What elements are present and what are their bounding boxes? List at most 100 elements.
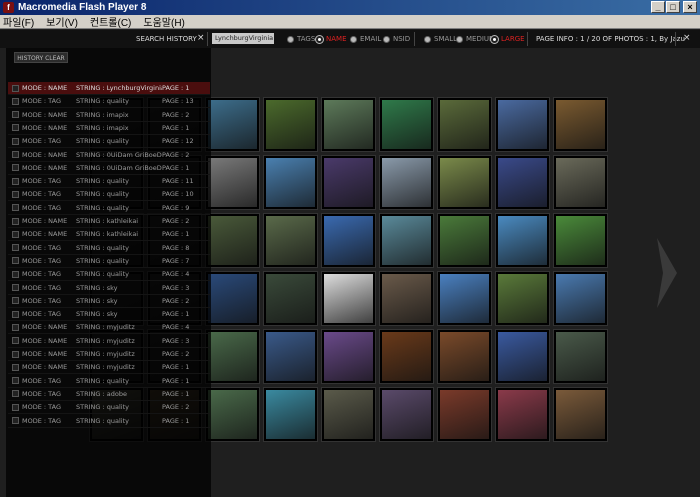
history-row[interactable]: MODE : TAG STRING : sky PAGE : 3: [8, 282, 210, 295]
close-history-icon[interactable]: ×: [197, 33, 205, 43]
photo-thumbnail[interactable]: [438, 388, 491, 441]
history-row[interactable]: MODE : TAG STRING : quality PAGE : 12: [8, 135, 210, 149]
photo-thumbnail[interactable]: [438, 330, 491, 383]
photo-thumbnail[interactable]: [206, 272, 259, 325]
history-row[interactable]: MODE : TAG STRING : sky PAGE : 2: [8, 295, 210, 308]
photo-thumbnail[interactable]: [264, 98, 317, 151]
search-input[interactable]: LynchburgVirginia: [212, 33, 274, 44]
photo-thumbnail[interactable]: [206, 214, 259, 267]
history-row[interactable]: MODE : NAME STRING : myjuditz PAGE : 2: [8, 348, 210, 361]
history-row[interactable]: MODE : TAG STRING : quality PAGE : 8: [8, 242, 210, 255]
photo-thumbnail[interactable]: [496, 98, 549, 151]
history-row[interactable]: MODE : TAG STRING : quality PAGE : 1: [8, 415, 210, 428]
photo-thumbnail[interactable]: [554, 214, 607, 267]
photo-thumbnail[interactable]: [554, 98, 607, 151]
photo-thumbnail[interactable]: [322, 98, 375, 151]
photo-thumbnail[interactable]: [264, 272, 317, 325]
history-row[interactable]: MODE : NAME STRING : kathleikai PAGE : 2: [8, 215, 210, 228]
checkbox-icon[interactable]: [12, 97, 19, 105]
checkbox-icon[interactable]: [12, 337, 19, 345]
checkbox-icon[interactable]: [12, 390, 19, 398]
checkbox-icon[interactable]: [12, 84, 19, 92]
checkbox-icon[interactable]: [12, 297, 19, 305]
checkbox-icon[interactable]: [12, 310, 19, 318]
photo-thumbnail[interactable]: [322, 388, 375, 441]
photo-thumbnail[interactable]: [380, 156, 433, 209]
photo-thumbnail[interactable]: [322, 156, 375, 209]
history-row[interactable]: MODE : TAG STRING : quality PAGE : 10: [8, 188, 210, 202]
checkbox-icon[interactable]: [12, 204, 19, 212]
history-row[interactable]: MODE : NAME STRING : myjuditz PAGE : 1: [8, 361, 210, 375]
checkbox-icon[interactable]: [12, 284, 19, 291]
maximize-button[interactable]: □: [666, 1, 680, 13]
next-page-arrow-icon[interactable]: [655, 238, 677, 308]
checkbox-icon[interactable]: [12, 137, 19, 145]
photo-thumbnail[interactable]: [322, 272, 375, 325]
photo-thumbnail[interactable]: [264, 330, 317, 383]
checkbox-icon[interactable]: [12, 417, 19, 424]
photo-thumbnail[interactable]: [554, 156, 607, 209]
history-row[interactable]: MODE : NAME STRING : myjuditz PAGE : 4: [8, 321, 210, 335]
photo-thumbnail[interactable]: [554, 330, 607, 383]
photo-thumbnail[interactable]: [438, 272, 491, 325]
history-clear-button[interactable]: HISTORY CLEAR: [14, 52, 68, 63]
checkbox-icon[interactable]: [12, 177, 19, 185]
photo-thumbnail[interactable]: [322, 330, 375, 383]
photo-thumbnail[interactable]: [496, 388, 549, 441]
photo-thumbnail[interactable]: [322, 214, 375, 267]
photo-thumbnail[interactable]: [496, 156, 549, 209]
photo-thumbnail[interactable]: [496, 214, 549, 267]
photo-thumbnail[interactable]: [264, 214, 317, 267]
checkbox-icon[interactable]: [12, 363, 19, 371]
history-row[interactable]: MODE : TAG STRING : quality PAGE : 13: [8, 95, 210, 109]
checkbox-icon[interactable]: [12, 190, 19, 198]
checkbox-icon[interactable]: [12, 270, 19, 278]
minimize-button[interactable]: _: [651, 1, 665, 13]
search-type-nsid[interactable]: NSID: [383, 35, 410, 43]
history-row[interactable]: MODE : NAME STRING : imapix PAGE : 1: [8, 122, 210, 135]
menu-view[interactable]: 보기(V): [46, 14, 78, 29]
photo-thumbnail[interactable]: [380, 330, 433, 383]
photo-thumbnail[interactable]: [554, 388, 607, 441]
history-row[interactable]: MODE : TAG STRING : adobe PAGE : 1: [8, 388, 210, 401]
checkbox-icon[interactable]: [12, 403, 19, 411]
photo-thumbnail[interactable]: [264, 156, 317, 209]
history-row[interactable]: MODE : TAG STRING : quality PAGE : 2: [8, 401, 210, 415]
close-icon[interactable]: ×: [683, 33, 691, 43]
photo-thumbnail[interactable]: [438, 156, 491, 209]
photo-thumbnail[interactable]: [206, 156, 259, 209]
history-row[interactable]: MODE : NAME STRING : imapix PAGE : 2: [8, 109, 210, 122]
history-row[interactable]: MODE : TAG STRING : quality PAGE : 11: [8, 175, 210, 189]
checkbox-icon[interactable]: [12, 377, 19, 385]
history-row[interactable]: MODE : NAME STRING : LynchburgVirginia PAG…: [8, 82, 210, 95]
photo-thumbnail[interactable]: [380, 214, 433, 267]
close-window-button[interactable]: ×: [683, 1, 697, 13]
photo-thumbnail[interactable]: [438, 214, 491, 267]
checkbox-icon[interactable]: [12, 350, 19, 358]
menu-help[interactable]: 도움말(H): [143, 14, 184, 29]
size-large[interactable]: LARGE: [491, 35, 525, 43]
history-row[interactable]: MODE : TAG STRING : quality PAGE : 4: [8, 268, 210, 282]
history-row[interactable]: MODE : TAG STRING : quality PAGE : 9: [8, 202, 210, 215]
checkbox-icon[interactable]: [12, 257, 19, 265]
checkbox-icon[interactable]: [12, 124, 19, 132]
photo-thumbnail[interactable]: [496, 272, 549, 325]
menu-file[interactable]: 파일(F): [3, 14, 34, 29]
history-row[interactable]: MODE : TAG STRING : quality PAGE : 7: [8, 255, 210, 268]
size-small[interactable]: SMALL: [424, 35, 457, 43]
photo-thumbnail[interactable]: [380, 388, 433, 441]
checkbox-icon[interactable]: [12, 151, 19, 158]
photo-thumbnail[interactable]: [264, 388, 317, 441]
search-type-email[interactable]: EMAIL: [350, 35, 381, 43]
search-history-toggle[interactable]: SEARCH HISTORY: [136, 35, 197, 43]
checkbox-icon[interactable]: [12, 164, 19, 172]
history-row[interactable]: MODE : NAME STRING : 0UiDam GriBoeDou PAGE…: [8, 162, 210, 175]
checkbox-icon[interactable]: [12, 217, 19, 225]
search-type-tags[interactable]: TAGS: [287, 35, 315, 43]
photo-thumbnail[interactable]: [496, 330, 549, 383]
photo-thumbnail[interactable]: [380, 98, 433, 151]
history-row[interactable]: MODE : NAME STRING : kathleikai PAGE : 1: [8, 228, 210, 242]
checkbox-icon[interactable]: [12, 244, 19, 252]
menu-control[interactable]: 컨트롤(C): [90, 14, 131, 29]
history-row[interactable]: MODE : NAME STRING : myjuditz PAGE : 3: [8, 335, 210, 348]
